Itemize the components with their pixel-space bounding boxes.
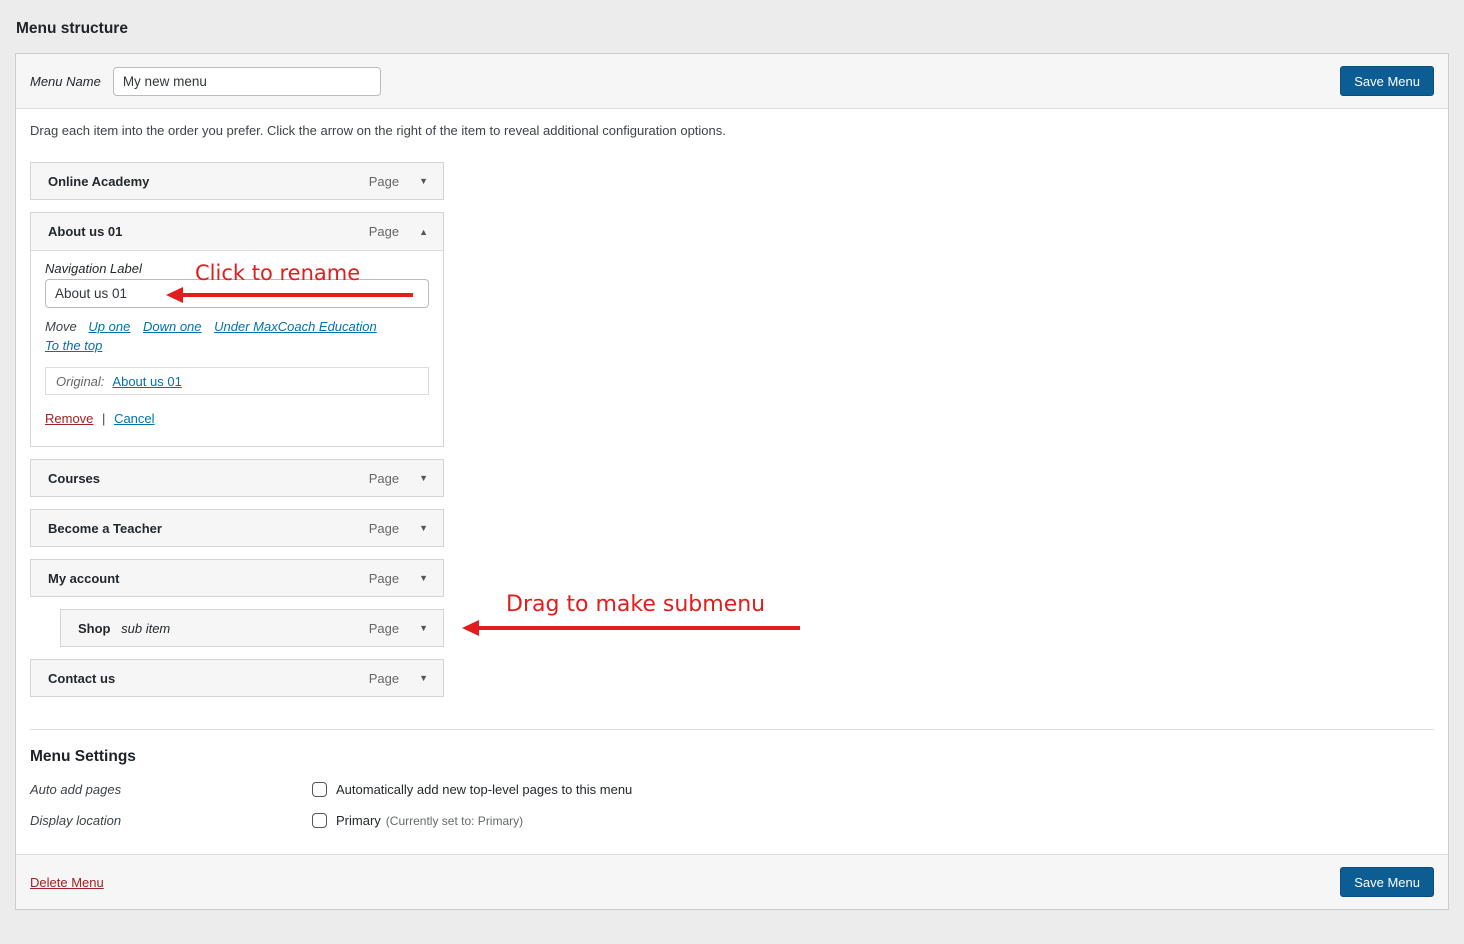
- chevron-down-icon[interactable]: ▼: [417, 174, 430, 188]
- menu-item-label: Contact us: [48, 671, 115, 686]
- display-location-label: Display location: [30, 813, 312, 828]
- cancel-link[interactable]: Cancel: [114, 411, 154, 426]
- remove-item-link[interactable]: Remove: [45, 411, 93, 426]
- menu-item-shop[interactable]: Shop sub item Page ▼: [60, 609, 444, 647]
- menu-item-type: Page: [369, 571, 399, 586]
- drag-arrow-icon: [478, 626, 800, 630]
- menu-item-courses[interactable]: Courses Page ▼: [30, 459, 444, 497]
- menu-item-type: Page: [369, 224, 399, 239]
- drag-to-make-submenu-annotation: Drag to make submenu: [506, 592, 765, 617]
- menu-item-label: Courses: [48, 471, 100, 486]
- menu-item-type: Page: [369, 621, 399, 636]
- actions-separator: |: [102, 411, 105, 426]
- navigation-label-input[interactable]: [45, 279, 429, 308]
- menu-item-type: Page: [369, 521, 399, 536]
- menu-item-label: About us 01: [48, 224, 122, 239]
- save-menu-button-bottom[interactable]: Save Menu: [1340, 867, 1434, 897]
- menu-item-about-us[interactable]: About us 01 Page ▲: [31, 213, 443, 251]
- menu-item-contact-us[interactable]: Contact us Page ▼: [30, 659, 444, 697]
- move-under-link[interactable]: Under MaxCoach Education: [214, 319, 377, 334]
- original-item-box: Original: About us 01: [45, 367, 429, 395]
- original-item-link[interactable]: About us 01: [112, 374, 181, 389]
- menu-item-about-us-expanded: About us 01 Page ▲ Navigation Label Clic…: [30, 212, 444, 447]
- chevron-down-icon[interactable]: ▼: [417, 671, 430, 685]
- menu-name-group: Menu Name: [30, 67, 381, 96]
- page: Menu structure Menu Name Save Menu Drag …: [0, 0, 1464, 910]
- menu-item-settings-panel: Navigation Label Click to rename Move Up…: [31, 251, 443, 446]
- chevron-down-icon[interactable]: ▼: [417, 621, 430, 635]
- chevron-down-icon[interactable]: ▼: [417, 571, 430, 585]
- menu-item-type: Page: [369, 471, 399, 486]
- menu-name-label: Menu Name: [30, 74, 101, 89]
- move-down-one-link[interactable]: Down one: [143, 319, 202, 334]
- display-location-row: Display location Primary (Currently set …: [30, 813, 1434, 828]
- menu-name-input[interactable]: [113, 67, 381, 96]
- display-location-option: Primary: [336, 813, 381, 828]
- navigation-label-caption: Navigation Label: [45, 261, 429, 276]
- auto-add-pages-row: Auto add pages Automatically add new top…: [30, 782, 1434, 797]
- chevron-up-icon[interactable]: ▲: [417, 225, 430, 239]
- auto-add-pages-option: Automatically add new top-level pages to…: [336, 782, 632, 797]
- menu-item-become-a-teacher[interactable]: Become a Teacher Page ▼: [30, 509, 444, 547]
- menu-structure-content: Drag each item into the order you prefer…: [16, 109, 1448, 697]
- menu-settings-section: Menu Settings Auto add pages Automatical…: [30, 729, 1434, 854]
- menu-item-my-account[interactable]: My account Page ▼: [30, 559, 444, 597]
- sub-item-tag: sub item: [121, 621, 170, 636]
- menu-editor-panel: Menu Name Save Menu Drag each item into …: [15, 53, 1449, 910]
- menu-settings-heading: Menu Settings: [30, 748, 1434, 766]
- menu-item-label-text: Shop: [78, 621, 111, 636]
- original-label: Original:: [56, 374, 104, 389]
- delete-menu-link[interactable]: Delete Menu: [30, 875, 104, 890]
- display-location-note: (Currently set to: Primary): [386, 814, 523, 828]
- display-location-checkbox[interactable]: [312, 813, 327, 828]
- menu-item-type: Page: [369, 671, 399, 686]
- auto-add-pages-label: Auto add pages: [30, 782, 312, 797]
- menu-item-label: Become a Teacher: [48, 521, 162, 536]
- chevron-down-icon[interactable]: ▼: [417, 471, 430, 485]
- menu-subitem-wrapper: Shop sub item Page ▼ Drag to make submen…: [60, 609, 444, 647]
- menu-name-bar: Menu Name Save Menu: [16, 54, 1448, 109]
- page-title: Menu structure: [16, 20, 1449, 38]
- auto-add-pages-checkbox[interactable]: [312, 782, 327, 797]
- move-links-row: Move Up one Down one Under MaxCoach Educ…: [45, 317, 429, 355]
- move-up-one-link[interactable]: Up one: [88, 319, 130, 334]
- item-actions-row: Remove | Cancel: [45, 411, 429, 426]
- navigation-label-field: Navigation Label Click to rename: [45, 261, 429, 308]
- chevron-down-icon[interactable]: ▼: [417, 521, 430, 535]
- save-menu-button-top[interactable]: Save Menu: [1340, 66, 1434, 96]
- menu-item-label: Shop sub item: [78, 621, 170, 636]
- publishing-actions-bar: Delete Menu Save Menu: [16, 854, 1448, 909]
- menu-item-type: Page: [369, 174, 399, 189]
- instructions-text: Drag each item into the order you prefer…: [30, 123, 1434, 138]
- menu-item-label: My account: [48, 571, 120, 586]
- move-to-top-link[interactable]: To the top: [45, 338, 102, 353]
- menu-item-label: Online Academy: [48, 174, 149, 189]
- move-label: Move: [45, 319, 77, 334]
- menu-item-online-academy[interactable]: Online Academy Page ▼: [30, 162, 444, 200]
- menu-items-list: Online Academy Page ▼ About us 01 Page ▲: [30, 162, 444, 697]
